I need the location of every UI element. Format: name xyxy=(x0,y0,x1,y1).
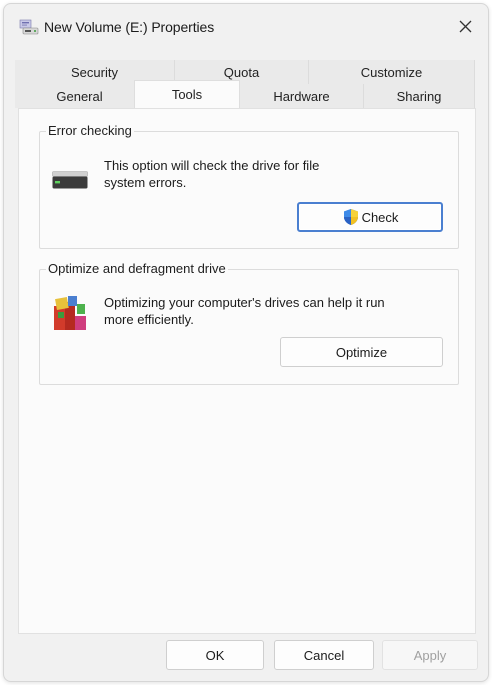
optimize-group: Optimize and defragment drive Optimizing… xyxy=(39,261,459,385)
error-checking-description-line1: This option will check the drive for fil… xyxy=(104,158,320,173)
optimize-title: Optimize and defragment drive xyxy=(46,261,228,276)
uac-shield-icon xyxy=(342,208,360,226)
drive-icon xyxy=(52,171,88,194)
dialog-footer: OK Cancel Apply xyxy=(4,631,488,681)
apply-button[interactable]: Apply xyxy=(382,640,478,670)
window-title: New Volume (E:) Properties xyxy=(44,19,215,35)
optimize-button[interactable]: Optimize xyxy=(280,337,443,367)
error-checking-title: Error checking xyxy=(46,123,134,138)
properties-window: New Volume (E:) Properties Security Quot… xyxy=(3,3,489,682)
defragment-icon xyxy=(52,294,90,337)
cancel-button[interactable]: Cancel xyxy=(274,640,374,670)
error-checking-description-line2: system errors. xyxy=(104,175,187,190)
error-checking-group: Error checking This option will check th… xyxy=(39,123,459,249)
tab-customize[interactable]: Customize xyxy=(309,60,475,84)
close-button[interactable] xyxy=(442,4,488,50)
tab-tools[interactable]: Tools xyxy=(134,80,240,108)
tab-sharing[interactable]: Sharing xyxy=(364,84,475,108)
check-button[interactable]: Check xyxy=(297,202,443,232)
optimize-description-line1: Optimizing your computer's drives can he… xyxy=(104,295,385,310)
check-button-label: Check xyxy=(361,209,399,225)
optimize-description-line2: more efficiently. xyxy=(104,312,194,327)
title-bar: New Volume (E:) Properties xyxy=(4,4,488,50)
tools-tab-panel: Error checking This option will check th… xyxy=(18,108,476,634)
tab-general[interactable]: General xyxy=(15,84,145,108)
ok-button[interactable]: OK xyxy=(166,640,264,670)
close-icon xyxy=(459,16,472,39)
tab-hardware[interactable]: Hardware xyxy=(240,84,364,108)
drive-properties-icon xyxy=(19,19,39,36)
